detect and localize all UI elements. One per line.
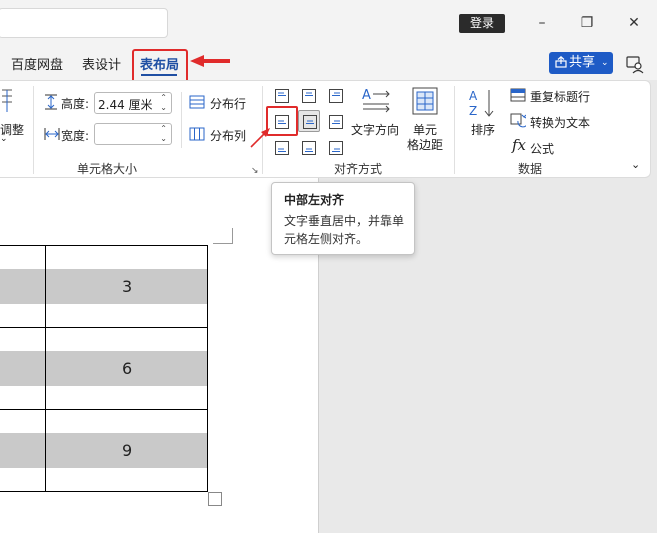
close-button[interactable]: ✕	[623, 12, 645, 34]
table-cell[interactable]	[0, 433, 45, 468]
table-resize-handle[interactable]	[208, 492, 222, 506]
cell-value: 3	[122, 277, 133, 296]
spin-arrows-icon[interactable]: ⌃ ⌄	[160, 93, 167, 113]
table-cell[interactable]	[0, 269, 45, 304]
repeat-header-icon	[510, 88, 526, 102]
align-bottom-right-button[interactable]	[325, 137, 347, 159]
sort-icon: A Z	[469, 89, 494, 118]
comment-person-icon[interactable]	[625, 54, 645, 74]
text-direction-button[interactable]: 文字方向	[351, 121, 399, 138]
table-row-border	[0, 409, 208, 410]
table-cell[interactable]	[0, 351, 45, 386]
align-middle-center-icon	[303, 115, 317, 129]
distribute-rows-icon	[189, 95, 205, 109]
distribute-columns-icon	[189, 127, 205, 141]
spin-arrows-icon[interactable]: ⌃ ⌄	[160, 124, 167, 144]
repeat-header-button[interactable]: 重复标题行	[530, 88, 590, 105]
distribute-rows-button[interactable]: 分布行	[210, 95, 246, 112]
align-top-left-button[interactable]	[271, 85, 293, 107]
align-bottom-left-icon	[275, 141, 289, 155]
width-label: 宽度:	[61, 129, 90, 143]
align-top-center-icon	[302, 89, 316, 103]
cell-size-group-label: 单元格大小	[77, 162, 138, 176]
width-input[interactable]: ⌃ ⌄	[94, 123, 172, 145]
cell-margins-icon	[412, 87, 438, 115]
share-button[interactable]: 共享 ⌄	[549, 52, 613, 74]
svg-text:A: A	[469, 89, 478, 103]
height-input[interactable]: 2.44 厘米 ⌃ ⌄	[94, 92, 172, 114]
sort-button[interactable]: 排序	[471, 121, 495, 138]
align-bottom-center-icon	[302, 141, 316, 155]
share-icon	[555, 56, 567, 68]
share-label: 共享	[569, 55, 596, 70]
text-direction-icon: A	[362, 88, 390, 113]
tooltip-title: 中部左对齐	[284, 193, 345, 207]
align-middle-right-button[interactable]	[325, 111, 347, 133]
height-value: 2.44 厘米	[98, 98, 153, 112]
table-row-border	[0, 327, 208, 328]
login-button[interactable]: 登录	[459, 14, 505, 33]
align-top-center-button[interactable]	[298, 85, 320, 107]
align-top-right-button[interactable]	[325, 85, 347, 107]
tab-baidu-netdisk[interactable]: 百度网盘	[11, 54, 63, 73]
group-separator	[454, 86, 455, 174]
tooltip: 中部左对齐 文字垂直居中，并靠单元格左侧对齐。	[271, 182, 415, 255]
height-label: 高度:	[61, 97, 90, 111]
chevron-down-icon: ⌄	[601, 58, 609, 68]
align-top-right-icon	[329, 89, 343, 103]
align-middle-right-icon	[329, 115, 343, 129]
autofit-dropdown-icon[interactable]: ⌄	[0, 134, 8, 144]
restore-button[interactable]: ❐	[576, 12, 598, 34]
group-separator	[33, 86, 34, 174]
autofit-icon	[2, 89, 12, 112]
data-group-label: 数据	[518, 162, 543, 176]
alignment-group-label: 对齐方式	[334, 162, 383, 176]
dialog-launcher-icon[interactable]: ↘	[251, 166, 259, 176]
pointer-arrow-icon	[250, 128, 270, 148]
pointer-arrow-icon	[190, 55, 230, 67]
minimize-button[interactable]: –	[531, 12, 553, 34]
group-separator	[181, 92, 182, 148]
column-width-icon	[44, 128, 60, 140]
page-corner-mark	[213, 228, 233, 244]
search-box[interactable]	[0, 8, 168, 38]
cell-value: 9	[122, 441, 133, 460]
cell-value: 6	[122, 359, 133, 378]
ribbon-collapse-icon[interactable]: ⌄	[631, 158, 640, 171]
tab-highlight-box	[132, 49, 188, 84]
tab-table-design[interactable]: 表设计	[82, 54, 121, 73]
svg-text:Z: Z	[469, 104, 477, 118]
align-bottom-center-button[interactable]	[298, 137, 320, 159]
formula-icon: fx	[512, 136, 527, 154]
row-height-icon	[45, 94, 57, 110]
distribute-columns-button[interactable]: 分布列	[210, 127, 246, 144]
cell-margins-label-2[interactable]: 格边距	[407, 136, 443, 153]
align-middle-center-button[interactable]	[298, 110, 320, 132]
formula-button[interactable]: 公式	[530, 140, 554, 157]
align-top-left-icon	[275, 89, 289, 103]
convert-to-text-button[interactable]: 转换为文本	[530, 114, 590, 131]
tooltip-description: 文字垂直居中，并靠单元格左侧对齐。	[284, 214, 405, 246]
convert-to-text-icon	[510, 113, 526, 128]
align-bottom-left-button[interactable]	[271, 137, 293, 159]
svg-text:A: A	[362, 88, 371, 103]
align-bottom-right-icon	[329, 141, 343, 155]
